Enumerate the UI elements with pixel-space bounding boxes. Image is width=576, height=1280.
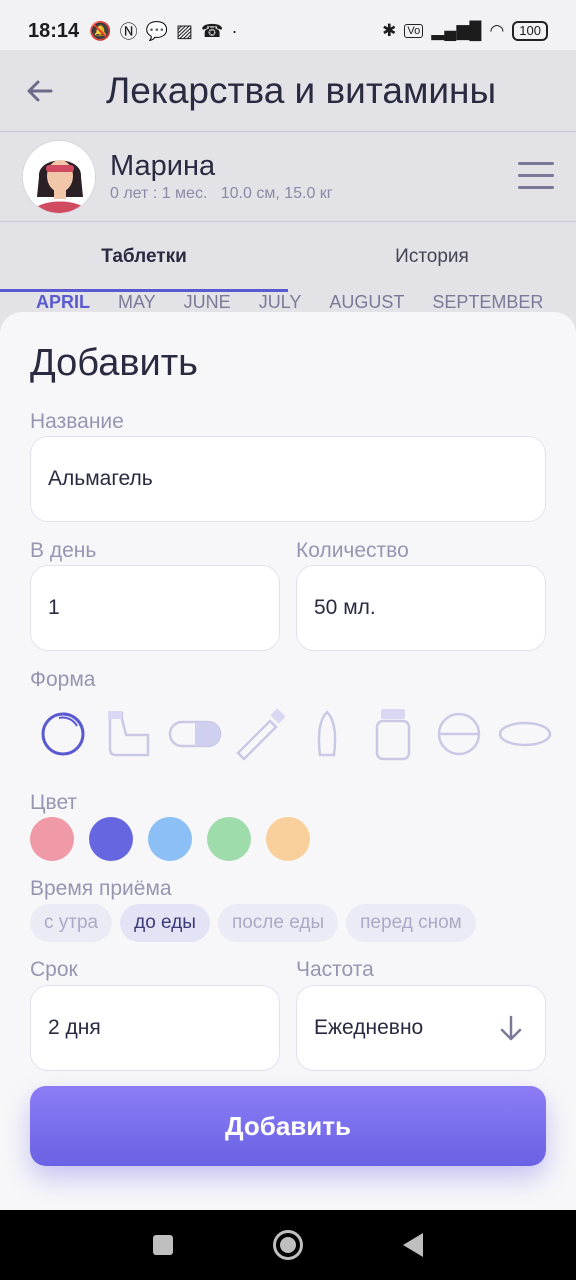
color-swatch-blue[interactable] <box>89 817 133 861</box>
oval-tablet-icon[interactable] <box>492 704 558 764</box>
chip-before-sleep[interactable]: перед сном <box>346 904 476 942</box>
tab-pills[interactable]: Таблетки <box>0 222 288 292</box>
status-time: 18:14 <box>28 19 80 42</box>
signal-icon: ▂▄▆█ <box>431 21 482 40</box>
color-swatch-pink[interactable] <box>30 817 74 861</box>
capsule-icon[interactable] <box>162 704 228 764</box>
recents-icon[interactable] <box>153 1235 173 1255</box>
menu-icon[interactable] <box>518 162 554 198</box>
chat-icon: 💬 <box>145 20 168 41</box>
inhaler-icon[interactable] <box>96 704 162 764</box>
form-label: Форма <box>30 668 96 691</box>
capsule-round-icon[interactable] <box>30 704 96 764</box>
back-triangle-icon[interactable] <box>403 1233 423 1257</box>
profile-meta: 0 лет : 1 мес. 10.0 см, 15.0 кг <box>110 185 333 202</box>
color-label: Цвет <box>30 791 78 814</box>
chip-before-meal[interactable]: до еды <box>120 904 210 942</box>
dot-icon: · <box>231 20 238 41</box>
add-sheet: Добавить Название Альмагель В день 1 Кол… <box>0 312 576 1210</box>
bottle-icon[interactable] <box>360 704 426 764</box>
volte-icon: Vo <box>404 24 424 38</box>
tab-bar: Таблетки История <box>0 222 576 292</box>
battery-icon: 100 <box>512 21 548 41</box>
amount-label: Количество <box>296 539 409 562</box>
duration-field[interactable]: 2 дня <box>30 985 280 1071</box>
color-selector <box>30 817 310 861</box>
arrow-down-icon <box>500 1015 522 1041</box>
status-right-icons: ✱ Vo ▂▄▆█ ◠ 100 <box>382 21 548 41</box>
frequency-select[interactable]: Ежедневно <box>296 985 546 1071</box>
color-swatch-orange[interactable] <box>266 817 310 861</box>
amount-field[interactable]: 50 мл. <box>296 565 546 651</box>
nfc-icon: Ⓝ <box>119 22 138 42</box>
profile-name: Марина <box>110 150 216 182</box>
profile-row: Марина 0 лет : 1 мес. 10.0 см, 15.0 кг <box>0 132 576 222</box>
color-swatch-green[interactable] <box>207 817 251 861</box>
tube-icon[interactable] <box>228 704 294 764</box>
name-label: Название <box>30 410 124 433</box>
wifi-icon: ◠ <box>489 21 505 40</box>
mute-icon: 🔕 <box>89 20 112 41</box>
color-swatch-light-blue[interactable] <box>148 817 192 861</box>
system-nav-bar <box>0 1210 576 1280</box>
page-title: Лекарства и витамины <box>106 69 497 111</box>
per-day-label: В день <box>30 539 97 562</box>
chip-morning[interactable]: с утра <box>30 904 113 942</box>
pill-icon[interactable] <box>426 704 492 764</box>
per-day-field[interactable]: 1 <box>30 565 280 651</box>
add-button[interactable]: Добавить <box>30 1086 546 1166</box>
form-selector <box>30 704 558 764</box>
frequency-value: Ежедневно <box>314 1016 424 1039</box>
time-label: Время приёма <box>30 877 172 900</box>
home-icon[interactable] <box>273 1230 303 1260</box>
tab-history[interactable]: История <box>288 222 576 292</box>
call-icon: ☎ <box>201 20 224 41</box>
duration-value: 2 дня <box>48 1016 101 1039</box>
bluetooth-icon: ✱ <box>382 21 397 40</box>
time-chips: с утра до еды после еды перед сном <box>30 904 476 942</box>
status-left-icons: 🔕 Ⓝ 💬 ▨ ☎ · <box>89 18 237 44</box>
frequency-label: Частота <box>296 958 374 981</box>
back-button[interactable] <box>0 76 80 106</box>
duration-label: Срок <box>30 958 78 981</box>
avatar[interactable] <box>22 139 96 214</box>
per-day-value: 1 <box>48 596 60 619</box>
arrow-left-icon <box>27 80 53 101</box>
gallery-icon: ▨ <box>176 20 194 41</box>
name-value: Альмагель <box>48 467 153 490</box>
chip-after-meal[interactable]: после еды <box>217 904 339 942</box>
name-field[interactable]: Альмагель <box>30 436 546 522</box>
amount-value: 50 мл. <box>314 596 376 619</box>
app-bar: Лекарства и витамины <box>0 50 576 132</box>
sheet-title: Добавить <box>30 342 198 384</box>
suppository-icon[interactable] <box>294 704 360 764</box>
